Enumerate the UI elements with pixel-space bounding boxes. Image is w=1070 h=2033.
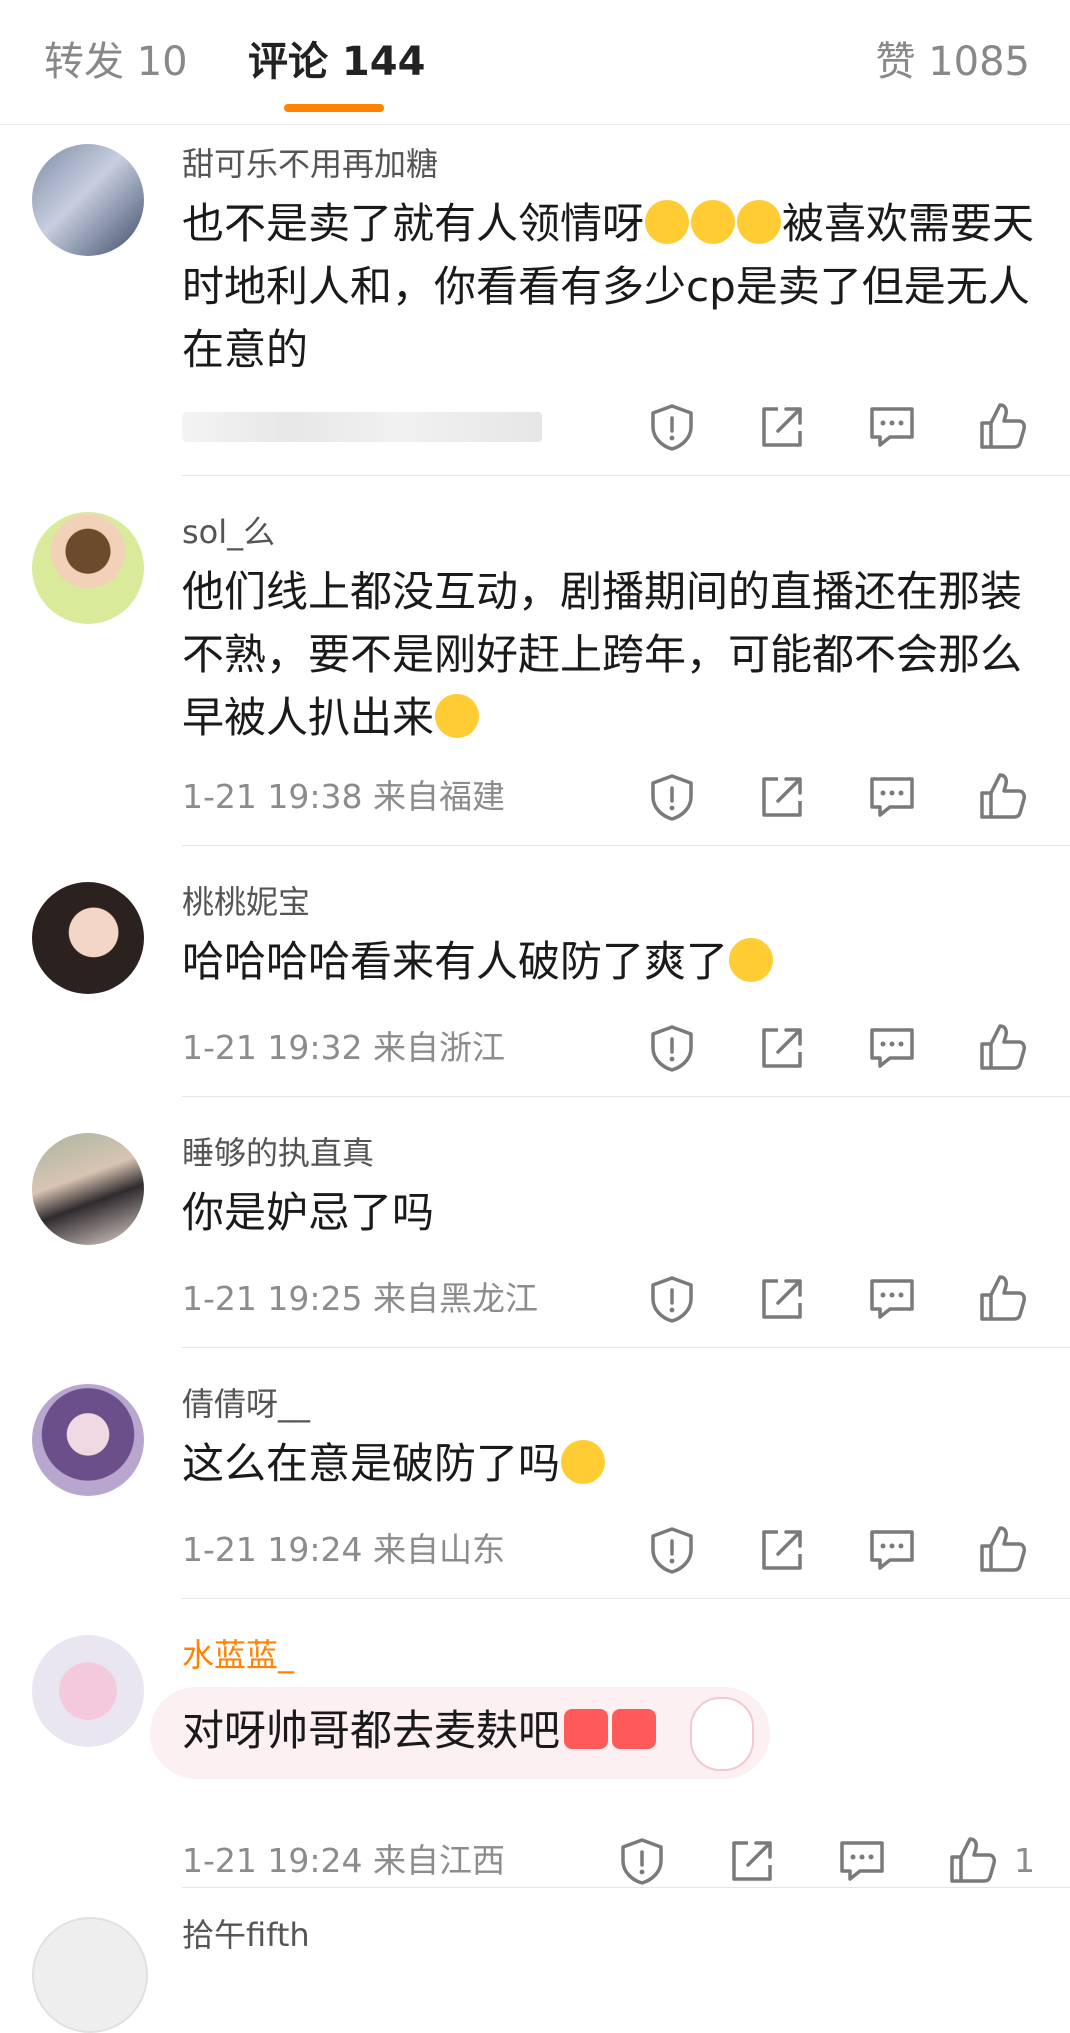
comment-text: 也不是卖了就有人领情呀 被喜欢需要天时地利人和，你看看有多少cp是卖了但是无人在意… bbox=[182, 199, 1035, 374]
comment-tabs: 转发 10 评论 144 赞 1085 bbox=[0, 0, 1070, 125]
avatar[interactable] bbox=[32, 1384, 144, 1496]
reply-icon[interactable] bbox=[864, 1271, 920, 1327]
report-icon[interactable] bbox=[614, 1833, 670, 1889]
like-icon[interactable] bbox=[974, 1522, 1030, 1578]
comment-text: 哈哈哈哈看来有人破防了爽了 bbox=[182, 930, 1042, 993]
share-icon[interactable] bbox=[754, 399, 810, 455]
share-icon[interactable] bbox=[754, 1522, 810, 1578]
divider bbox=[182, 1347, 1070, 1348]
gift-badge-icon bbox=[564, 1709, 609, 1749]
comment-text: 对呀帅哥都去麦麸吧 bbox=[182, 1699, 1042, 1762]
divider bbox=[182, 1096, 1070, 1097]
laugh-cry-emoji-icon bbox=[435, 694, 480, 738]
comment-text: 你是妒忌了吗 bbox=[182, 1188, 435, 1237]
tab-reposts[interactable]: 转发 10 bbox=[44, 36, 188, 88]
avatar[interactable] bbox=[32, 144, 144, 256]
username[interactable]: 甜可乐不用再加糖 bbox=[182, 144, 438, 184]
share-icon[interactable] bbox=[754, 769, 810, 825]
divider bbox=[182, 845, 1070, 846]
active-tab-indicator bbox=[284, 104, 384, 112]
comment-meta: 1-21 19:25 来自黑龙江 bbox=[182, 1279, 538, 1318]
comment-text: 他们线上都没互动，剧播期间的直播还在那装不熟，要不是刚好赶上跨年，可能都不会那么… bbox=[182, 567, 1023, 742]
comment-text: 这么在意是破防了吗 bbox=[182, 1432, 1042, 1495]
like-icon[interactable] bbox=[974, 769, 1030, 825]
avatar[interactable] bbox=[32, 1917, 148, 2033]
laugh-cry-emoji-icon bbox=[737, 200, 782, 244]
comment-meta: 1-21 19:38 来自福建 bbox=[182, 777, 505, 816]
gift-badge-icon bbox=[612, 1709, 657, 1749]
report-icon[interactable] bbox=[644, 1271, 700, 1327]
laugh-cry-emoji-icon bbox=[691, 200, 736, 244]
like-icon[interactable] bbox=[974, 399, 1030, 455]
share-icon[interactable] bbox=[754, 1020, 810, 1076]
divider bbox=[182, 1887, 1070, 1888]
username[interactable]: 倩倩呀__ bbox=[182, 1384, 310, 1424]
divider bbox=[182, 1598, 1070, 1599]
reply-icon[interactable] bbox=[864, 399, 920, 455]
avatar[interactable] bbox=[32, 1635, 144, 1747]
share-icon[interactable] bbox=[754, 1271, 810, 1327]
reply-icon[interactable] bbox=[834, 1833, 890, 1889]
report-icon[interactable] bbox=[644, 1020, 700, 1076]
username[interactable]: 水蓝蓝_ bbox=[182, 1635, 294, 1675]
share-icon[interactable] bbox=[724, 1833, 780, 1889]
like-icon[interactable] bbox=[974, 1271, 1030, 1327]
flushed-emoji-icon bbox=[561, 1440, 606, 1484]
divider bbox=[182, 475, 1070, 476]
tab-comments[interactable]: 评论 144 bbox=[248, 36, 425, 88]
like-count: 1 bbox=[1014, 1841, 1035, 1880]
crying-emoji-icon bbox=[729, 938, 774, 982]
laugh-cry-emoji-icon bbox=[645, 200, 690, 244]
avatar[interactable] bbox=[32, 1133, 144, 1245]
like-icon[interactable] bbox=[974, 1020, 1030, 1076]
username[interactable]: 拾午fifth bbox=[182, 1915, 310, 1955]
like-icon[interactable] bbox=[944, 1833, 1000, 1889]
report-icon[interactable] bbox=[644, 399, 700, 455]
redacted-meta bbox=[182, 412, 542, 442]
reply-icon[interactable] bbox=[864, 1522, 920, 1578]
comment-meta: 1-21 19:32 来自浙江 bbox=[182, 1028, 505, 1067]
username[interactable]: 睡够的执直真 bbox=[182, 1133, 374, 1173]
reply-icon[interactable] bbox=[864, 769, 920, 825]
username[interactable]: 桃桃妮宝 bbox=[182, 882, 310, 922]
comment-meta: 1-21 19:24 来自江西 bbox=[182, 1841, 505, 1880]
tab-likes[interactable]: 赞 1085 bbox=[875, 36, 1030, 88]
report-icon[interactable] bbox=[644, 1522, 700, 1578]
username[interactable]: sol_么 bbox=[182, 512, 275, 552]
reply-icon[interactable] bbox=[864, 1020, 920, 1076]
comment-meta: 1-21 19:24 来自山东 bbox=[182, 1530, 505, 1569]
avatar[interactable] bbox=[32, 512, 144, 624]
avatar[interactable] bbox=[32, 882, 144, 994]
report-icon[interactable] bbox=[644, 769, 700, 825]
